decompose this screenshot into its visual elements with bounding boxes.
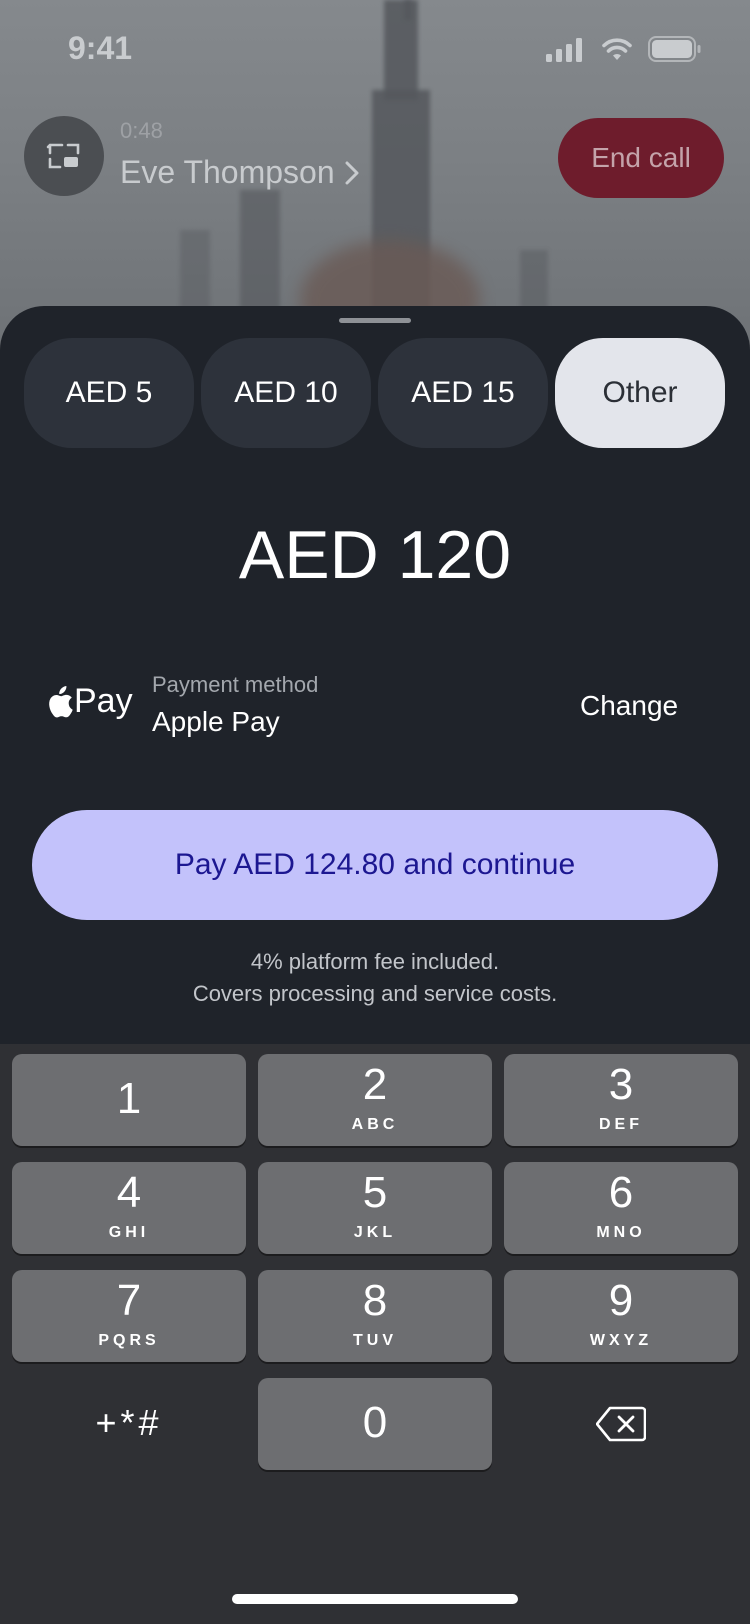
screen-share-icon (46, 143, 80, 169)
payment-method-label: Payment method (152, 672, 319, 697)
tip-option-aed-10[interactable]: AED 10 (201, 338, 371, 448)
delete-backspace-icon (596, 1406, 646, 1442)
symbols-label: +*# (95, 1402, 163, 1443)
numeric-keypad: 1 2 ABC 3 DEF 4 GHI 5 JKL 6 MNO 7 PQRS 8… (0, 1044, 750, 1624)
pay-and-continue-button[interactable]: Pay AED 124.80 and continue (32, 810, 718, 920)
wifi-icon (602, 38, 632, 60)
status-bar: 9:41 (0, 0, 750, 100)
key-6[interactable]: 6 MNO (504, 1162, 738, 1254)
caller-name-link[interactable]: Eve Thompson (120, 154, 359, 191)
battery-icon (648, 36, 701, 62)
key-9[interactable]: 9 WXYZ (504, 1270, 738, 1362)
tip-option-aed-5[interactable]: AED 5 (24, 338, 194, 448)
sheet-grabber[interactable] (339, 318, 411, 323)
key-0[interactable]: 0 (258, 1378, 492, 1470)
chevron-right-icon (345, 161, 359, 184)
tip-sheet: AED 5 AED 10 AED 15 Other AED 120 Pay Pa… (0, 306, 750, 1044)
fee-note-line-1: 4% platform fee included. (250, 949, 500, 974)
fee-note: 4% platform fee included. Covers process… (0, 946, 750, 1010)
key-3[interactable]: 3 DEF (504, 1054, 738, 1146)
status-time: 9:41 (68, 30, 133, 66)
apple-icon (49, 685, 73, 717)
key-5[interactable]: 5 JKL (258, 1162, 492, 1254)
tip-amount: AED 120 (238, 517, 512, 593)
key-8[interactable]: 8 TUV (258, 1270, 492, 1362)
key-7[interactable]: 7 PQRS (12, 1270, 246, 1362)
key-symbols[interactable]: +*# (12, 1378, 246, 1470)
tip-option-aed-15[interactable]: AED 15 (378, 338, 548, 448)
screen-share-button[interactable] (24, 116, 104, 196)
key-1[interactable]: 1 (12, 1054, 246, 1146)
apple-pay-logo: Pay (44, 682, 133, 721)
payment-method-value: Apple Pay (152, 706, 280, 737)
tip-options: AED 5 AED 10 AED 15 Other (24, 338, 726, 448)
key-4[interactable]: 4 GHI (12, 1162, 246, 1254)
home-indicator[interactable] (232, 1594, 518, 1604)
call-duration: 0:48 (120, 118, 163, 143)
key-2[interactable]: 2 ABC (258, 1054, 492, 1146)
caller-name: Eve Thompson (120, 154, 335, 190)
end-call-button[interactable]: End call (558, 118, 724, 198)
tip-option-other[interactable]: Other (555, 338, 725, 448)
apple-pay-logo-text: Pay (74, 682, 133, 720)
change-payment-button[interactable]: Change (580, 690, 678, 722)
delete-key[interactable] (504, 1378, 738, 1470)
cellular-signal-icon (546, 38, 582, 62)
fee-note-line-2: Covers processing and service costs. (192, 981, 558, 1006)
